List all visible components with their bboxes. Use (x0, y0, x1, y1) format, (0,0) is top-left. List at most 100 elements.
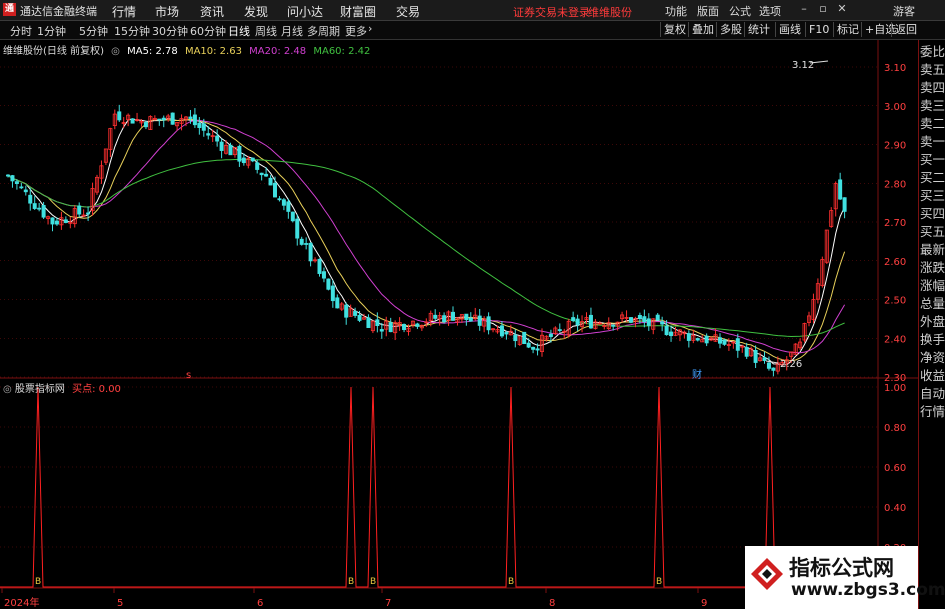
sidebar-item-5[interactable]: 卖一 (920, 133, 945, 151)
tab-15min[interactable]: 15分钟 (114, 23, 150, 39)
chart-grid (0, 40, 918, 609)
sidebar-item-13[interactable]: 涨幅 (920, 277, 945, 295)
candle-body (486, 316, 491, 331)
buy-marker: B (348, 577, 354, 587)
candle-body (259, 172, 264, 176)
sidebar-item-2[interactable]: 卖四 (920, 79, 945, 97)
sidebar-item-19[interactable]: 自动 (920, 385, 945, 403)
candle-body (575, 318, 580, 326)
menu-trade[interactable]: 交易 (396, 3, 420, 20)
chevron-right-icon[interactable]: › (368, 22, 372, 35)
candle-body (277, 198, 282, 201)
sidebar-item-1[interactable]: 卖五 (920, 61, 945, 79)
sidebar-item-14[interactable]: 总量 (920, 295, 945, 313)
candle-body (504, 332, 509, 335)
candle-body (838, 179, 843, 200)
candle-body (335, 297, 340, 309)
tab-monthly[interactable]: 月线 (281, 23, 303, 39)
multi-stock-button[interactable]: 多股 (716, 22, 745, 37)
menu-quotes[interactable]: 行情 (112, 3, 136, 20)
candle-body (28, 194, 33, 204)
price-tick: 3.00 (884, 102, 906, 113)
sidebar-item-17[interactable]: 净资 (920, 349, 945, 367)
candle-body (330, 285, 335, 302)
candle-body (660, 321, 665, 325)
candle-body (281, 199, 286, 206)
menu-wealth[interactable]: 财富圈 (340, 3, 376, 20)
tab-weekly[interactable]: 周线 (255, 23, 277, 39)
sidebar-item-15[interactable]: 外盘 (920, 313, 945, 331)
candle-body (655, 314, 660, 321)
menu-formula[interactable]: 公式 (729, 3, 751, 19)
candle-body (642, 316, 647, 323)
menu-market[interactable]: 市场 (155, 3, 179, 20)
mark-button[interactable]: 标记 (833, 22, 862, 37)
sidebar-item-4[interactable]: 卖二 (920, 115, 945, 133)
sidebar-item-10[interactable]: 买五 (920, 223, 945, 241)
x-axis-labels: 2024年 5 6 7 8 9 (4, 596, 707, 609)
draw-line-button[interactable]: 画线 (775, 22, 804, 37)
candle-body (286, 201, 291, 212)
overlay-button[interactable]: 叠加 (688, 22, 717, 37)
period-toolbar: 分时 1分钟 5分钟 15分钟 30分钟 60分钟 日线 周线 月线 多周期 更… (0, 21, 945, 40)
menu-discover[interactable]: 发现 (244, 3, 268, 20)
candle-body (228, 144, 233, 156)
minimize-icon[interactable]: – (797, 2, 811, 16)
candle-body (157, 118, 162, 121)
buy-signal-value: 买点: 0.00 (72, 384, 121, 395)
login-status[interactable]: 证券交易未登录 (513, 4, 590, 20)
menu-functions[interactable]: 功能 (665, 3, 687, 19)
settings-icon[interactable]: ◎ (111, 46, 120, 57)
sidebar-item-0[interactable]: 委比 (920, 43, 945, 61)
sidebar-item-20[interactable]: 行情 (920, 403, 945, 421)
close-icon[interactable]: ✕ (835, 2, 849, 16)
sidebar-item-18[interactable]: 收益 (920, 367, 945, 385)
price-tick: 2.70 (884, 218, 906, 229)
sidebar-item-12[interactable]: 涨跌 (920, 259, 945, 277)
tab-timeshare[interactable]: 分时 (10, 23, 32, 39)
tab-daily[interactable]: 日线 (228, 23, 250, 39)
price-tick: 2.50 (884, 296, 906, 307)
menu-news[interactable]: 资讯 (200, 3, 224, 20)
tab-30min[interactable]: 30分钟 (152, 23, 188, 39)
candle-body (23, 189, 28, 193)
f10-button[interactable]: F10 (805, 22, 832, 37)
candle-body (326, 278, 331, 290)
tab-1min[interactable]: 1分钟 (37, 23, 66, 39)
price-tick: 3.10 (884, 63, 906, 74)
x-tick-label: 8 (549, 598, 555, 609)
candle-body (170, 112, 175, 125)
sidebar-item-7[interactable]: 买二 (920, 169, 945, 187)
candle-body (629, 317, 634, 323)
tab-60min[interactable]: 60分钟 (190, 23, 226, 39)
watermark-title: 指标公式网 (789, 556, 894, 580)
sidebar-item-11[interactable]: 最新 (920, 241, 945, 259)
sidebar-item-6[interactable]: 买一 (920, 151, 945, 169)
adjust-button[interactable]: 复权 (660, 22, 689, 37)
restore-icon[interactable]: ▫ (816, 2, 830, 16)
candle-body (50, 217, 55, 225)
back-button[interactable]: 返回 (891, 22, 920, 37)
guest-label[interactable]: 游客 (893, 3, 915, 19)
candle-body (10, 175, 15, 182)
menu-ask[interactable]: 问小达 (287, 3, 323, 20)
tab-5min[interactable]: 5分钟 (79, 23, 108, 39)
tab-multi-period[interactable]: 多周期 (307, 23, 340, 39)
candle-body (219, 141, 224, 151)
candle-body (215, 135, 220, 142)
sidebar-item-16[interactable]: 换手 (920, 331, 945, 349)
tab-more[interactable]: 更多 (345, 23, 367, 39)
menu-layout[interactable]: 版面 (697, 3, 719, 19)
candle-body (526, 342, 531, 348)
stats-button[interactable]: 统计 (744, 22, 773, 37)
sidebar-item-8[interactable]: 买三 (920, 187, 945, 205)
indicator-settings-icon[interactable]: ◎ (3, 384, 12, 395)
candle-body (143, 122, 148, 128)
candle-body (255, 162, 260, 170)
kline-chart[interactable]: BBBBBB 3.103.002.902.802.702.602.502.402… (0, 40, 918, 609)
menu-options[interactable]: 选项 (759, 3, 781, 19)
sidebar-item-9[interactable]: 买四 (920, 205, 945, 223)
candle-body (299, 238, 304, 245)
sidebar-item-3[interactable]: 卖三 (920, 97, 945, 115)
candle-body (718, 337, 723, 344)
